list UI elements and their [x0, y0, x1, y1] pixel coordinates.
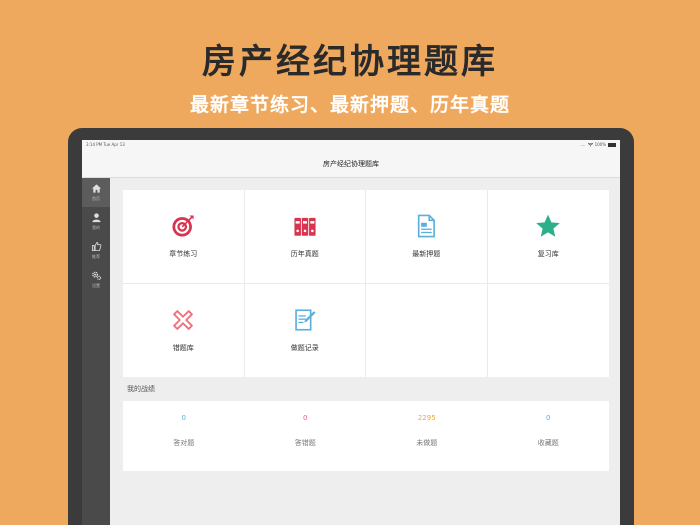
- stat-label: 答对题: [173, 439, 195, 447]
- status-time-date: 3:14 PM Tue Apr 13: [86, 140, 125, 150]
- module-wrong-bank[interactable]: 错题库: [123, 283, 245, 377]
- thumbs-up-icon: [91, 241, 101, 252]
- status-indicators: .... 100%: [580, 140, 616, 150]
- sidebar-item-settings[interactable]: 设置: [82, 265, 110, 294]
- target-icon: [172, 215, 194, 237]
- sidebar-item-mine[interactable]: 我的: [82, 207, 110, 236]
- binders-icon: [294, 218, 316, 236]
- stats-panel: 0 答对题 0 答错题 2295 未做题 0 收藏题: [123, 401, 609, 471]
- module-practice-record[interactable]: 做题记录: [245, 283, 366, 377]
- sidebar-item-label: 我的: [92, 225, 100, 230]
- promo-title: 房产经纪协理题库: [202, 42, 498, 82]
- stat-label: 未做题: [416, 439, 438, 447]
- battery-percent: 100%: [594, 142, 606, 147]
- module-label: 做题记录: [290, 344, 319, 353]
- home-icon: [91, 184, 101, 193]
- edit-record-icon: [295, 309, 316, 331]
- module-past-exams[interactable]: 历年真题: [244, 190, 366, 284]
- module-review-bank[interactable]: 复习库: [487, 190, 609, 284]
- sidebar-item-home[interactable]: 首页: [82, 178, 110, 207]
- wifi-icon: [587, 143, 593, 147]
- module-empty-slot: [488, 284, 610, 378]
- stat-label: 答错题: [294, 439, 316, 447]
- stat-label: 收藏题: [537, 439, 559, 447]
- cross-icon: [173, 310, 194, 331]
- sidebar-item-label: 首页: [92, 196, 100, 201]
- main-content: 章节练习 历年真题 最新押题 复习库 错题库 做题记录 我的战绩 0 答对题 0…: [110, 178, 620, 525]
- module-label: 历年真题: [290, 250, 319, 259]
- stat-favorites[interactable]: 0 收藏题: [488, 401, 610, 471]
- user-icon: [91, 213, 101, 223]
- signal-dots: ....: [580, 142, 586, 147]
- stat-undone[interactable]: 2295 未做题: [366, 401, 488, 471]
- sidebar-item-recommend[interactable]: 推荐: [82, 236, 110, 265]
- stat-value: 0: [303, 414, 308, 422]
- status-date: Tue Apr 13: [103, 142, 125, 147]
- stat-value: 0: [181, 414, 186, 422]
- module-label: 复习库: [537, 250, 559, 259]
- stat-correct[interactable]: 0 答对题: [123, 401, 245, 471]
- app-screen: 3:14 PM Tue Apr 13 .... 100% 房产经纪协理题库 首页…: [82, 140, 620, 525]
- stats-title: 我的战绩: [127, 385, 155, 393]
- stat-wrong[interactable]: 0 答错题: [245, 401, 367, 471]
- module-label: 章节练习: [169, 250, 198, 259]
- gear-icon: [91, 271, 101, 280]
- document-icon: [418, 214, 436, 238]
- nav-title: 房产经纪协理题库: [323, 160, 379, 168]
- battery-icon: [608, 143, 616, 147]
- star-icon: [536, 214, 561, 238]
- stat-value: 2295: [417, 414, 436, 422]
- promo-subtitle: 最新章节练习、最新押题、历年真题: [189, 94, 510, 116]
- status-bar: 3:14 PM Tue Apr 13 .... 100%: [82, 140, 620, 150]
- sidebar-item-label: 推荐: [92, 254, 100, 259]
- module-chapter-practice[interactable]: 章节练习: [123, 190, 245, 284]
- module-empty-slot: [366, 283, 488, 377]
- sidebar: 首页 我的 推荐 设置: [82, 178, 110, 525]
- module-latest-predictions[interactable]: 最新押题: [366, 190, 488, 284]
- module-label: 最新押题: [412, 250, 441, 259]
- status-time: 3:14 PM: [86, 142, 103, 147]
- tablet-frame: 3:14 PM Tue Apr 13 .... 100% 房产经纪协理题库 首页…: [68, 128, 634, 525]
- module-grid: 章节练习 历年真题 最新押题 复习库 错题库 做题记录: [123, 190, 609, 377]
- sidebar-item-label: 设置: [92, 283, 100, 288]
- module-label: 错题库: [172, 344, 194, 353]
- nav-bar: 房产经纪协理题库: [82, 150, 620, 178]
- stat-value: 0: [546, 414, 551, 422]
